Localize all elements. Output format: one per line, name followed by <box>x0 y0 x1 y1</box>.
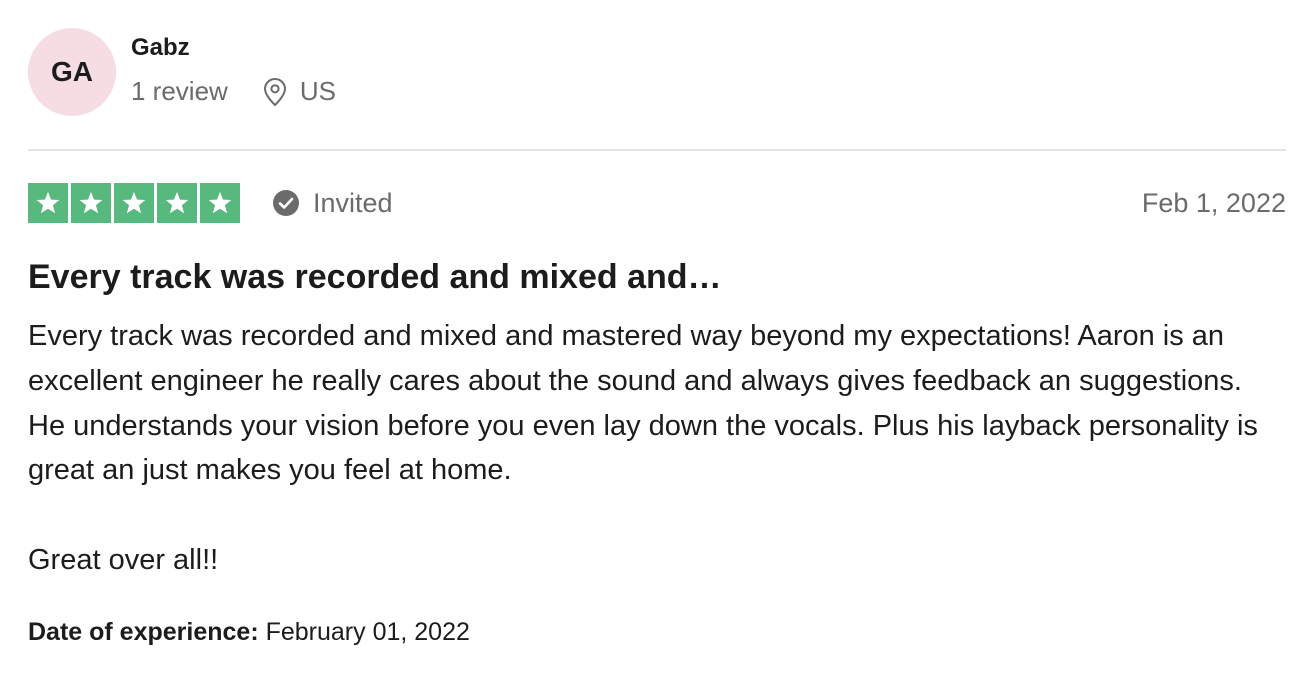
experience-label: Date of experience: <box>28 618 259 646</box>
date-of-experience: Date of experience: February 01, 2022 <box>28 618 470 647</box>
experience-value: February 01, 2022 <box>265 618 470 646</box>
review-count: 1 review <box>131 76 228 106</box>
review-body-paragraph: Great over all!! <box>28 543 219 576</box>
star-icon <box>28 183 68 223</box>
reviewer-name[interactable]: Gabz <box>131 32 336 64</box>
reviewer-info: Gabz 1 review US <box>131 28 336 107</box>
reviewer-location: US <box>262 76 336 107</box>
star-icon <box>114 183 154 223</box>
location-pin-icon <box>263 77 286 106</box>
check-circle-icon <box>273 190 299 216</box>
star-rating <box>28 183 240 223</box>
invited-label: Invited <box>313 187 393 218</box>
star-icon <box>157 183 197 223</box>
reviewer-header: GA Gabz 1 review US <box>28 28 1286 118</box>
rating-row: Invited Feb 1, 2022 <box>28 182 1286 224</box>
avatar[interactable]: GA <box>28 28 116 116</box>
review-title[interactable]: Every track was recorded and mixed and… <box>28 256 722 298</box>
review-body: Every track was recorded and mixed and m… <box>28 314 1286 583</box>
location-label: US <box>299 76 336 106</box>
review-date: Feb 1, 2022 <box>1141 187 1286 218</box>
reviewer-meta: 1 review US <box>131 76 336 107</box>
divider <box>28 149 1286 151</box>
review-card: GA Gabz 1 review US Invited Feb 1, 2022 … <box>28 28 1286 646</box>
star-icon <box>200 183 240 223</box>
avatar-initials: GA <box>51 56 93 87</box>
invited-badge[interactable]: Invited <box>272 188 393 219</box>
review-body-paragraph: Every track was recorded and mixed and m… <box>28 320 1258 487</box>
star-icon <box>71 183 111 223</box>
